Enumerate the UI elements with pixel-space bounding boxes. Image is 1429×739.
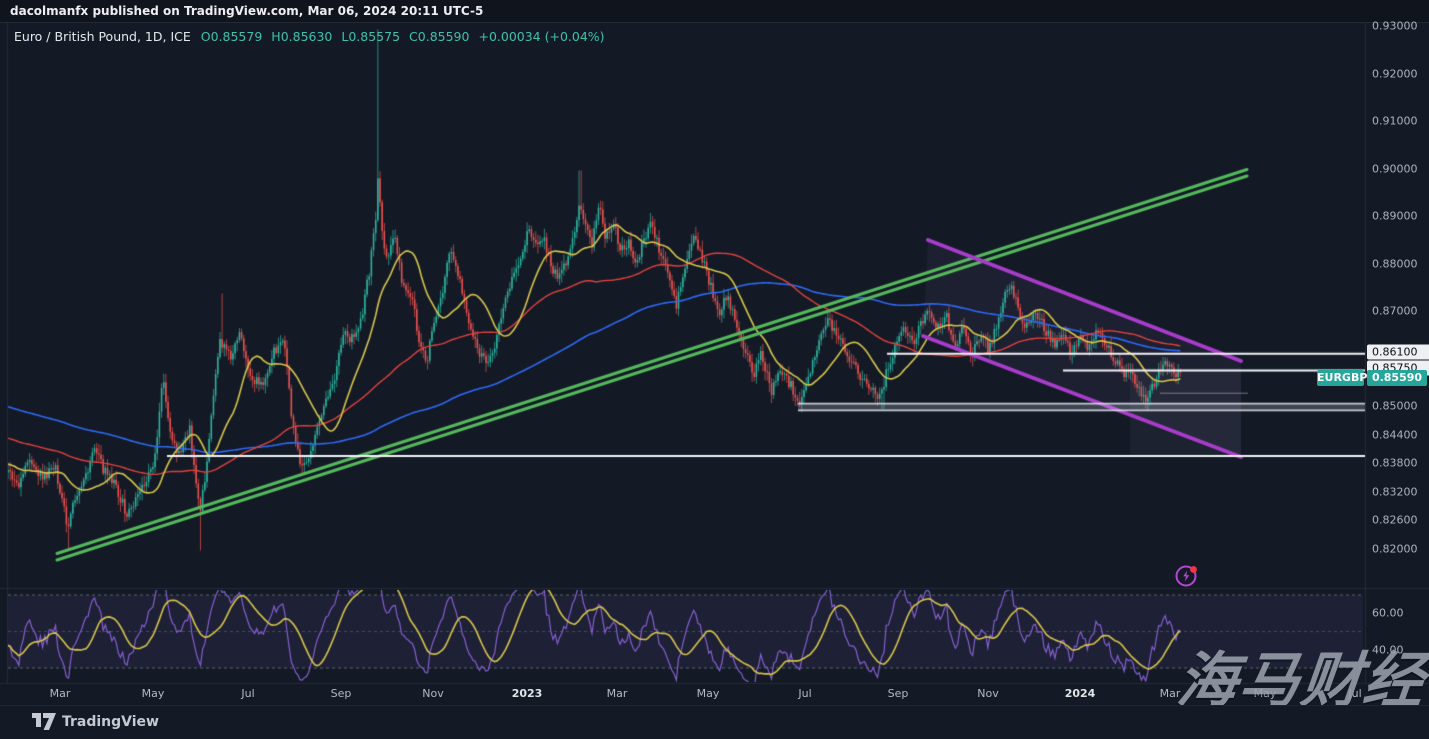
change-value: +0.00034 (+0.04%) [478,29,604,44]
price-tick-label: 0.89000 [1372,210,1418,223]
rsi-tick-label: 60.00 [1372,607,1404,620]
price-tick-label: 0.83200 [1372,485,1418,498]
price-tick-label: 0.82000 [1372,542,1418,555]
price-level-badge: 0.86100 [1367,344,1429,359]
legend-ohlc-item: O0.85579 [201,29,263,44]
time-tick-label: Jul [241,687,254,700]
tradingview-brand-text[interactable]: TradingView [62,714,159,730]
time-axis[interactable]: MarMayJulSepNov2023MarMayJulSepNov2024Ma… [0,684,1365,704]
legend-ohlc-item: L0.85575 [341,29,400,44]
time-tick-label: Mar [607,687,628,700]
time-tick-label: May [142,687,165,700]
last-price-badge: 0.85590 [1367,370,1427,386]
legend-ohlc-item: C0.85590 [409,29,469,44]
price-tick-label: 0.88000 [1372,257,1418,270]
time-tick-label: Sep [331,687,352,700]
time-tick-label: Nov [977,687,998,700]
publish-header: dacolmanfx published on TradingView.com,… [0,0,1429,23]
legend-ohlc-item: H0.85630 [271,29,332,44]
time-tick-label: Mar [50,687,71,700]
price-tick-label: 0.91000 [1372,115,1418,128]
tradingview-snapshot: dacolmanfx published on TradingView.com,… [0,0,1429,739]
price-axis[interactable]: 0.93000 0.92000 0.91000 0.90000 0.89000 0.880… [1366,22,1429,683]
footer-bar: TradingView [0,705,1429,739]
lightning-button[interactable] [1174,563,1199,588]
price-tick-label: 0.92000 [1372,67,1418,80]
price-tick-label: 0.87000 [1372,305,1418,318]
time-tick-label: Nov [422,687,443,700]
tradingview-logo-icon[interactable] [32,713,56,730]
ohlc-values: O0.85579 H0.85630 L0.85575 C0.85590 [201,29,479,44]
price-tick-label: 0.82600 [1372,514,1418,527]
symbol-badge: EURGBP [1317,370,1364,386]
symbol-title: Euro / British Pound, 1D, ICE [14,29,191,44]
price-tick-label: 0.90000 [1372,162,1418,175]
price-tick-label: 0.85000 [1372,400,1418,413]
time-tick-label: Jul [798,687,811,700]
price-tick-label: 0.84400 [1372,428,1418,441]
time-tick-label: Sep [888,687,909,700]
chart-canvas[interactable] [0,0,1429,739]
lightning-icon [1174,563,1199,588]
time-tick-label: 2024 [1065,687,1096,700]
price-tick-label: 0.83800 [1372,457,1418,470]
chart-legend: Euro / British Pound, 1D, ICE O0.85579 H0.… [14,29,605,44]
publish-header-text: dacolmanfx published on TradingView.com,… [10,4,483,18]
price-tick-label: 0.93000 [1372,20,1418,33]
time-tick-label: 2023 [512,687,543,700]
time-tick-label: May [697,687,720,700]
